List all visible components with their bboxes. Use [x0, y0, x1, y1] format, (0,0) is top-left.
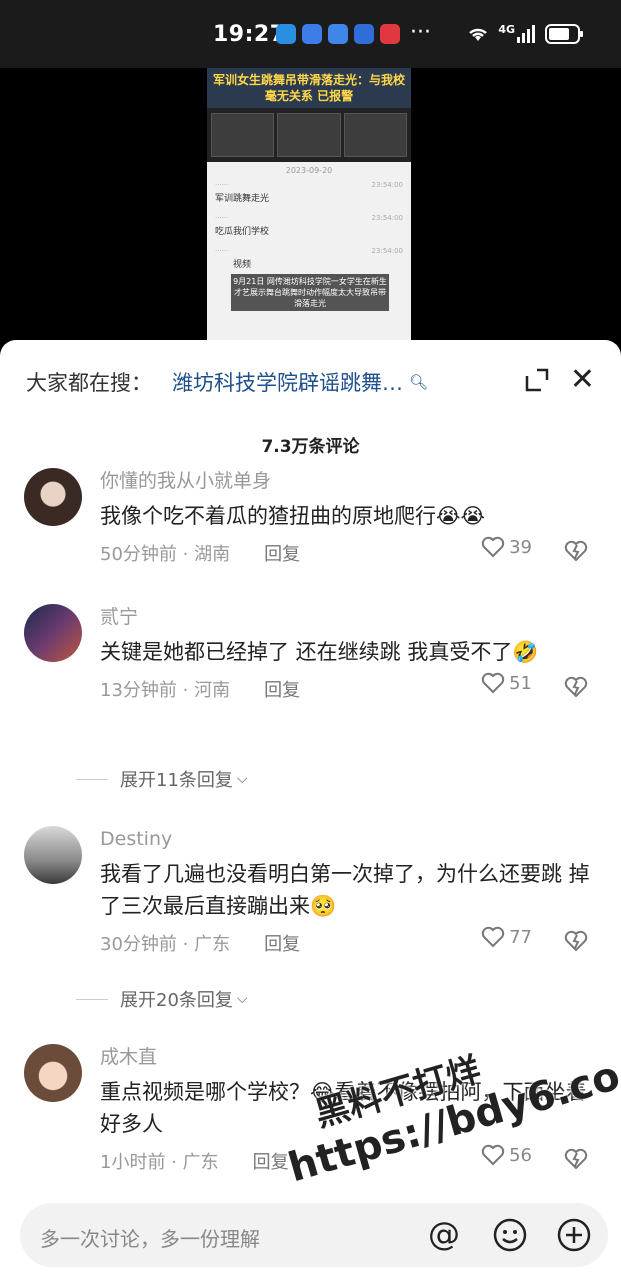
chat-date: 2023-09-20	[285, 166, 333, 175]
reply-button[interactable]: 回复	[253, 1148, 289, 1174]
dislike-icon[interactable]	[564, 540, 588, 562]
chat-message: 视频	[233, 260, 252, 270]
comment-time-location: 1小时前 · 广东	[100, 1152, 219, 1173]
chat-message: 吃瓜我们学校	[215, 227, 270, 237]
comment-text: 重点视频是哪个学校？😂看着不像摆拍阿，下面坐着好多人	[100, 1080, 587, 1136]
add-icon[interactable]	[556, 1217, 592, 1253]
video-thumbnail: 军训女生跳舞吊带滑落走光：与我校毫无关系 已报警 2023-09-20 ····…	[207, 68, 411, 343]
like-count: 77	[509, 926, 532, 948]
comment-time-location: 13分钟前 · 河南	[100, 680, 231, 701]
like-button[interactable]: 51	[481, 672, 532, 694]
status-bar: 19:27 ··· 4G	[0, 0, 621, 68]
comment-username[interactable]: Destiny	[100, 826, 596, 852]
heart-icon	[481, 926, 505, 948]
reply-button[interactable]: 回复	[264, 540, 300, 566]
chat-time: 23:54:00	[371, 247, 403, 255]
comment-input-placeholder[interactable]: 多一次讨论，多一份理解	[40, 1223, 260, 1252]
like-count: 51	[509, 672, 532, 694]
expand-icon[interactable]	[523, 366, 551, 394]
more-notifications-icon: ···	[410, 20, 431, 45]
video-frame	[343, 113, 407, 157]
video-frame	[211, 113, 275, 157]
search-suggestion-row: 大家都在搜： 潍坊科技学院辟谣跳舞… 🔍︎ ✕	[26, 364, 595, 400]
mention-icon[interactable]: @	[426, 1217, 462, 1253]
chat-message: 军训跳舞走光	[215, 194, 270, 204]
avatar[interactable]	[24, 468, 82, 526]
comment-text: 我看了几遍也没看明白第一次掉了，为什么还要跳 掉了三次最后直接蹦出来🥺	[100, 862, 590, 918]
like-button[interactable]: 56	[481, 1144, 532, 1166]
comment-username[interactable]: 成木直	[100, 1044, 596, 1070]
chat-icon	[302, 24, 322, 44]
video-caption: 9月21日 网传潍坊科技学院一女学生在新生才艺展示舞台跳舞时动作幅度太大导致吊带…	[231, 274, 389, 311]
video-frame	[277, 113, 341, 157]
search-icon[interactable]: 🔍︎	[409, 373, 428, 391]
like-button[interactable]: 39	[481, 536, 532, 558]
battery-icon	[545, 24, 583, 44]
reply-button[interactable]: 回复	[264, 676, 300, 702]
huawei-icon	[380, 24, 400, 44]
chat-time: 23:54:00	[371, 181, 403, 189]
expand-replies-label: 展开11条回复	[120, 770, 233, 791]
reply-button[interactable]: 回复	[264, 930, 300, 956]
expand-replies-button[interactable]: 展开20条回复 ⌵	[76, 986, 248, 1012]
like-count: 56	[509, 1144, 532, 1166]
search-prefix: 大家都在搜：	[26, 371, 152, 395]
like-button[interactable]: 77	[481, 926, 532, 948]
comment-text: 我像个吃不着瓜的猹扭曲的原地爬行😭😭	[100, 504, 486, 528]
avatar[interactable]	[24, 826, 82, 884]
chevron-down-icon: ⌵	[236, 771, 248, 787]
notification-icons	[276, 24, 400, 44]
video-headline: 军训女生跳舞吊带滑落走光：与我校毫无关系 已报警	[207, 68, 411, 108]
dislike-icon[interactable]	[564, 676, 588, 698]
close-icon[interactable]: ✕	[570, 364, 595, 396]
search-query-link[interactable]: 潍坊科技学院辟谣跳舞…	[172, 367, 403, 397]
wifi-icon	[469, 28, 488, 41]
svg-text:@: @	[428, 1217, 460, 1253]
dislike-icon[interactable]	[564, 1148, 588, 1170]
heart-icon	[481, 536, 505, 558]
system-icons: 4G	[466, 22, 585, 44]
heart-icon	[481, 672, 505, 694]
dislike-icon[interactable]	[564, 930, 588, 952]
comment-username[interactable]: 你懂的我从小就单身	[100, 468, 596, 494]
browser-icon	[354, 24, 374, 44]
video-frames	[207, 108, 411, 162]
emoji-icon[interactable]	[492, 1217, 528, 1253]
comment-time-location: 50分钟前 · 湖南	[100, 544, 231, 565]
cell-signal-icon	[517, 25, 535, 43]
like-count: 39	[509, 536, 532, 558]
chat-screenshot: 2023-09-20 ······ 23:54:00 军训跳舞走光 ······ 2…	[215, 166, 403, 270]
comment-username[interactable]: 贰宁	[100, 604, 596, 630]
chevron-down-icon: ⌵	[236, 991, 248, 1007]
heart-icon	[481, 1144, 505, 1166]
chat-time: 23:54:00	[371, 214, 403, 222]
avatar[interactable]	[24, 604, 82, 662]
signal-app-icon	[328, 24, 348, 44]
network-type: 4G	[498, 22, 515, 36]
expand-replies-button[interactable]: 展开11条回复 ⌵	[76, 766, 248, 792]
video-player[interactable]: 军训女生跳舞吊带滑落走光：与我校毫无关系 已报警 2023-09-20 ····…	[0, 68, 621, 343]
comment-text: 关键是她都已经掉了 还在继续跳 我真受不了🤣	[100, 640, 539, 664]
comment-count: 7.3万条评论	[261, 437, 360, 457]
comment-time-location: 30分钟前 · 广东	[100, 934, 231, 955]
telegram-icon	[276, 24, 296, 44]
avatar[interactable]	[24, 1044, 82, 1102]
status-time: 19:27	[213, 22, 286, 47]
comments-sheet: 大家都在搜： 潍坊科技学院辟谣跳舞… 🔍︎ ✕ 7.3万条评论 你懂的我从小就单…	[0, 340, 621, 1280]
expand-replies-label: 展开20条回复	[120, 990, 233, 1011]
comment-input-bar[interactable]: 多一次讨论，多一份理解 @	[20, 1203, 608, 1267]
